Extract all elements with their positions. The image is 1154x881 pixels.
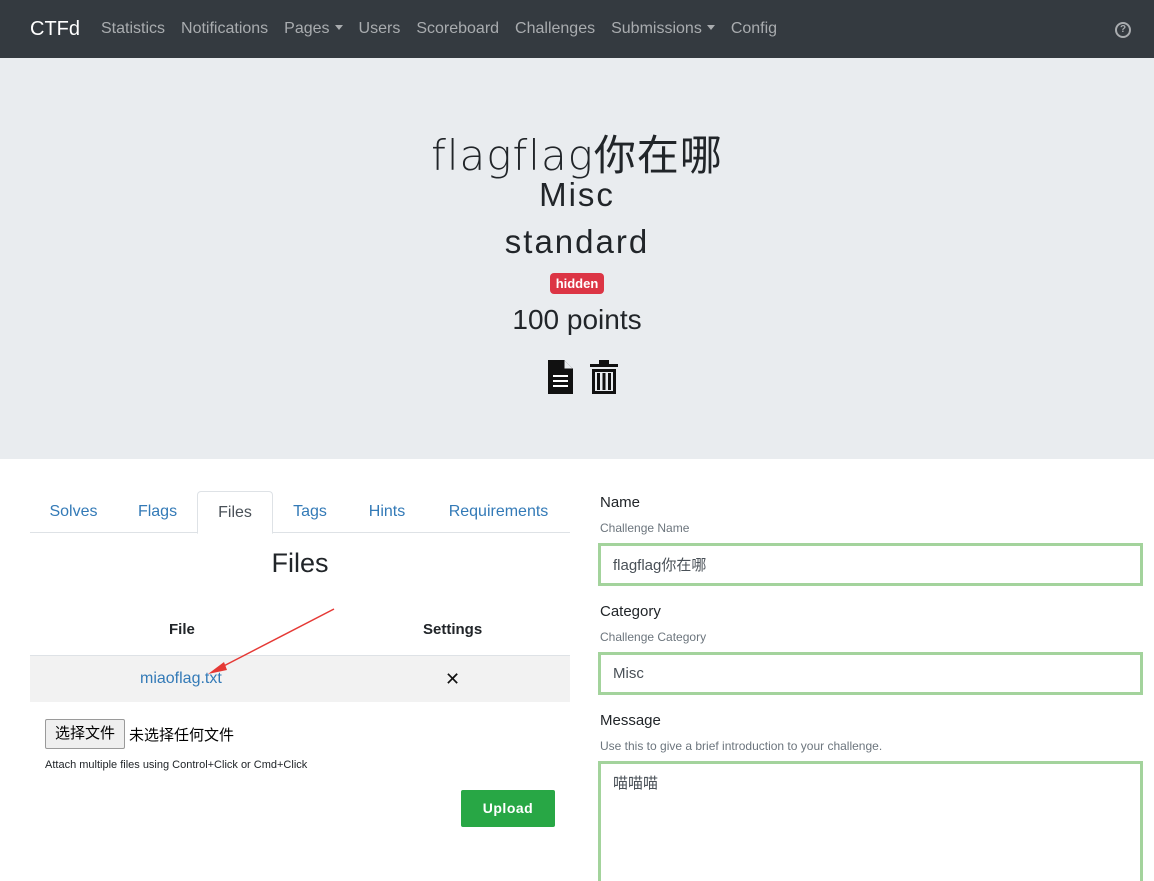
category-field[interactable]: Misc bbox=[598, 652, 1143, 695]
challenge-header: flagflag你在哪 Misc standard hidden 100 poi… bbox=[0, 58, 1154, 459]
nav-item-label: Challenges bbox=[515, 20, 596, 37]
tab-tags[interactable]: Tags bbox=[273, 491, 347, 533]
message-textarea-value: 喵喵喵 bbox=[613, 775, 659, 792]
annotation-arrow bbox=[208, 608, 335, 674]
caret-down-icon bbox=[706, 25, 715, 30]
top-navbar: CTFd Statistics Notifications Pages User… bbox=[0, 0, 1154, 58]
nav-item-scoreboard[interactable]: Scoreboard bbox=[408, 20, 507, 38]
challenge-tabs: Solves Flags Files Tags Hints Requiremen… bbox=[30, 491, 570, 534]
badge-container: hidden bbox=[0, 273, 1154, 294]
challenge-actions bbox=[548, 360, 618, 394]
tab-hints[interactable]: Hints bbox=[347, 491, 427, 533]
challenge-name: flagflag你在哪 bbox=[431, 131, 723, 180]
nav-item-label: Scoreboard bbox=[416, 20, 500, 37]
brand-logo[interactable]: CTFd bbox=[30, 18, 80, 41]
trash-icon[interactable] bbox=[590, 360, 618, 394]
nav-item-challenges[interactable]: Challenges bbox=[507, 20, 603, 38]
challenge-points: 100 points bbox=[512, 304, 642, 335]
attach-help-text: Attach multiple files using Control+Clic… bbox=[45, 759, 308, 771]
column-header-settings: Settings bbox=[423, 621, 483, 638]
category-label: Category bbox=[600, 603, 661, 620]
choose-file-button[interactable]: 选择文件 bbox=[45, 719, 125, 749]
caret-down-icon bbox=[334, 25, 343, 30]
tab-requirements[interactable]: Requirements bbox=[427, 491, 570, 533]
nav-item-label: Notifications bbox=[181, 20, 269, 37]
column-header-file: File bbox=[169, 621, 195, 638]
tab-flags[interactable]: Flags bbox=[117, 491, 198, 533]
upload-button[interactable]: Upload bbox=[461, 790, 555, 827]
nav-item-users[interactable]: Users bbox=[351, 20, 409, 38]
name-label: Name bbox=[600, 494, 641, 511]
hidden-badge: hidden bbox=[549, 273, 605, 294]
nav-item-submissions[interactable]: Submissions bbox=[603, 20, 723, 38]
question-circle-icon[interactable]: ? bbox=[1115, 22, 1131, 38]
challenge-category: Misc bbox=[539, 176, 615, 213]
nav-item-config[interactable]: Config bbox=[723, 20, 785, 38]
nav-item-label: Statistics bbox=[101, 20, 166, 37]
message-help: Use this to give a brief introduction to… bbox=[600, 739, 883, 753]
files-heading: Files bbox=[271, 548, 329, 578]
nav-item-statistics[interactable]: Statistics bbox=[93, 20, 173, 38]
nav-item-label: Users bbox=[358, 20, 401, 37]
nav-item-label: Config bbox=[730, 20, 778, 37]
nav-item-notifications[interactable]: Notifications bbox=[173, 20, 276, 38]
nav-item-label: Submissions bbox=[611, 20, 702, 37]
tab-solves[interactable]: Solves bbox=[30, 491, 117, 533]
nav-menu: Statistics Notifications Pages Users Sco… bbox=[93, 0, 785, 58]
no-file-chosen-text: 未选择任何文件 bbox=[129, 727, 235, 744]
nav-item-label: Pages bbox=[284, 20, 330, 37]
tab-files[interactable]: Files bbox=[197, 491, 273, 534]
name-field-value: flagflag你在哪 bbox=[613, 557, 707, 574]
category-field-value: Misc bbox=[613, 665, 644, 682]
name-help: Challenge Name bbox=[600, 521, 690, 535]
nav-item-pages[interactable]: Pages bbox=[276, 20, 350, 38]
file-icon[interactable] bbox=[548, 360, 573, 394]
name-field[interactable]: flagflag你在哪 bbox=[598, 543, 1143, 586]
category-help: Challenge Category bbox=[600, 630, 707, 644]
times-icon[interactable]: ✕ bbox=[445, 669, 460, 690]
challenge-type: standard bbox=[504, 223, 650, 260]
message-label: Message bbox=[600, 712, 661, 729]
message-textarea[interactable]: 喵喵喵 bbox=[598, 761, 1143, 881]
